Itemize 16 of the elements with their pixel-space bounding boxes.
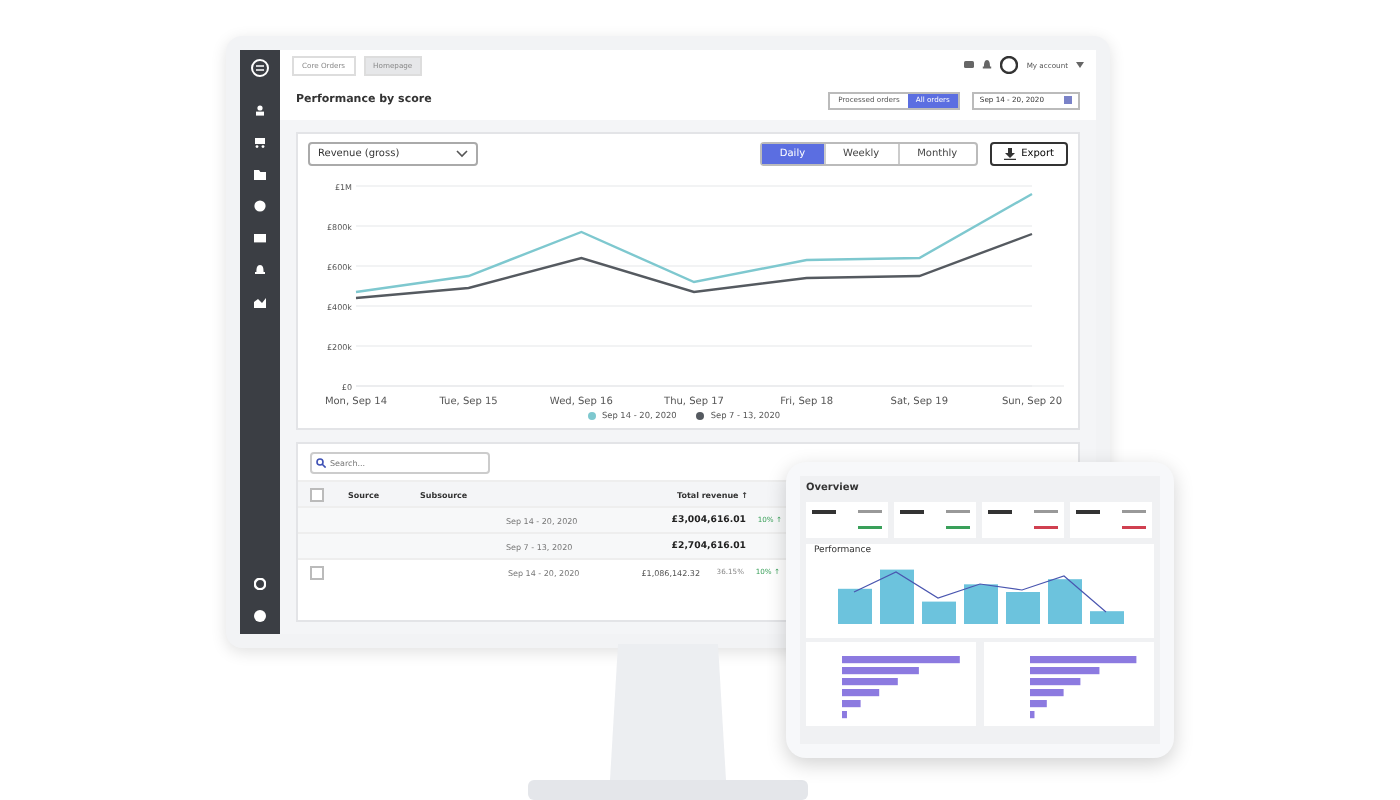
logo-icon [250,58,270,78]
person-icon[interactable] [254,104,266,116]
search-icon [316,457,326,467]
checkbox[interactable] [310,565,324,579]
chevron-icon [1076,62,1084,68]
cart-icon[interactable] [254,136,266,148]
folder-icon[interactable] [254,168,266,180]
chat-icon[interactable] [964,60,975,70]
bell-icon[interactable] [254,264,266,276]
chart-icon[interactable] [254,296,266,308]
download-icon [1003,148,1016,160]
checkbox[interactable] [310,487,324,501]
chevron-icon [456,150,468,158]
avatar-icon[interactable] [1000,56,1019,74]
bell-icon[interactable] [982,60,993,70]
calendar-icon [1064,96,1072,104]
